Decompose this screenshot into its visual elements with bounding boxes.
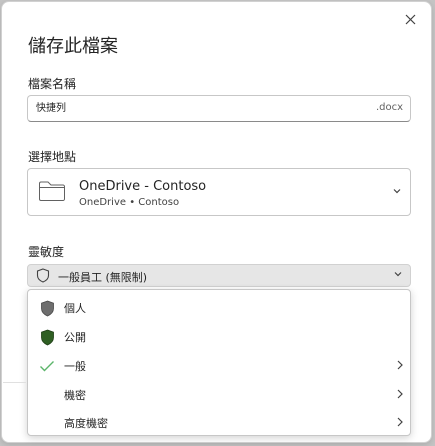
file-extension: .docx — [375, 102, 403, 113]
menu-item-label: 公開 — [64, 331, 86, 344]
chevron-right-icon — [397, 417, 403, 427]
shield-green-icon — [38, 328, 56, 346]
filename-field[interactable]: .docx — [27, 95, 411, 122]
sensitivity-menu: 個人 公開 一般 機密 高度機密 — [27, 289, 411, 436]
location-primary: OneDrive - Contoso — [79, 179, 207, 194]
filename-input[interactable] — [36, 101, 336, 112]
checkmark-icon — [38, 357, 56, 375]
folder-icon — [39, 181, 65, 201]
close-button[interactable] — [399, 8, 421, 30]
divider — [3, 382, 26, 383]
filename-label: 檔案名稱 — [28, 77, 77, 91]
close-icon — [405, 14, 415, 24]
chevron-down-icon — [393, 189, 401, 194]
location-secondary: OneDrive • Contoso — [79, 197, 180, 208]
sensitivity-dropdown[interactable]: 一般員工 (無限制) — [27, 264, 411, 287]
shield-icon — [36, 268, 50, 283]
menu-item-highly-confidential[interactable]: 高度機密 — [28, 408, 410, 437]
chevron-down-icon — [394, 272, 402, 277]
menu-item-label: 機密 — [64, 389, 86, 402]
menu-item-label: 一般 — [64, 360, 86, 373]
sensitivity-label: 靈敏度 — [28, 245, 65, 259]
location-label: 選擇地點 — [28, 150, 77, 164]
dialog-title: 儲存此檔案 — [28, 36, 118, 57]
chevron-right-icon — [397, 389, 403, 399]
location-picker[interactable]: OneDrive - Contoso OneDrive • Contoso — [27, 168, 411, 216]
menu-item-label: 個人 — [64, 302, 86, 315]
menu-item-confidential[interactable]: 機密 — [28, 380, 410, 409]
menu-item-personal[interactable]: 個人 — [28, 293, 410, 322]
menu-item-general[interactable]: 一般 — [28, 351, 410, 380]
menu-item-label: 高度機密 — [64, 417, 108, 430]
sensitivity-selected: 一般員工 (無限制) — [58, 271, 148, 284]
chevron-right-icon — [397, 360, 403, 370]
save-dialog: 儲存此檔案 檔案名稱 .docx 選擇地點 OneDrive - Contoso… — [1, 1, 432, 443]
menu-item-public[interactable]: 公開 — [28, 322, 410, 351]
shield-gray-icon — [38, 299, 56, 317]
